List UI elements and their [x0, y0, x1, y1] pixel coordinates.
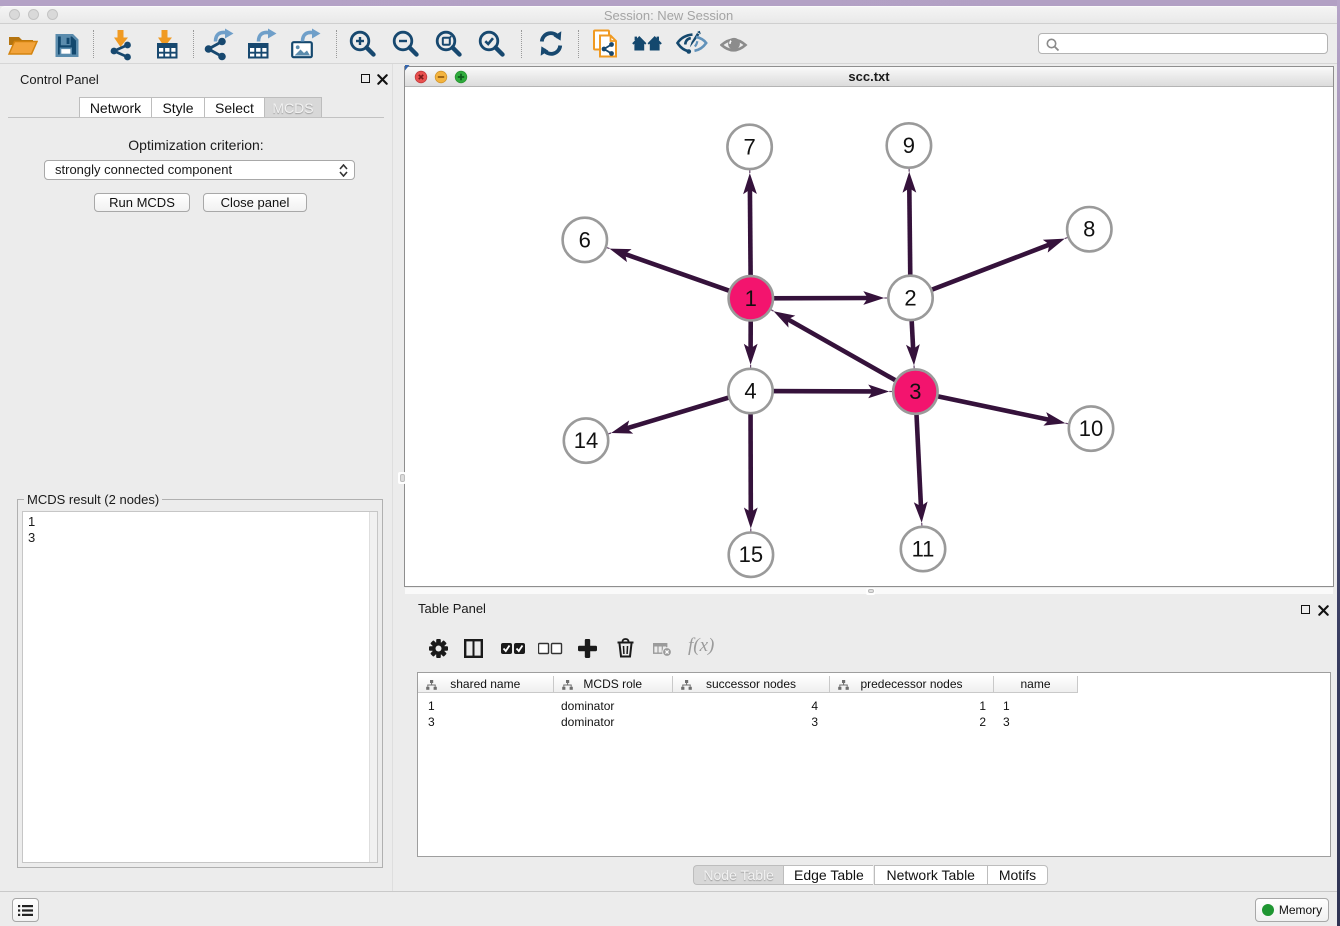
svg-text:10: 10 [1079, 416, 1103, 441]
svg-text:1: 1 [745, 286, 757, 311]
svg-text:7: 7 [743, 134, 755, 159]
svg-text:15: 15 [739, 542, 763, 567]
svg-text:9: 9 [903, 133, 915, 158]
svg-text:3: 3 [909, 379, 921, 404]
svg-text:8: 8 [1083, 217, 1095, 242]
svg-text:14: 14 [574, 428, 598, 453]
svg-text:11: 11 [912, 537, 935, 562]
svg-text:2: 2 [904, 285, 916, 310]
svg-text:4: 4 [744, 379, 756, 404]
svg-text:6: 6 [579, 227, 591, 252]
